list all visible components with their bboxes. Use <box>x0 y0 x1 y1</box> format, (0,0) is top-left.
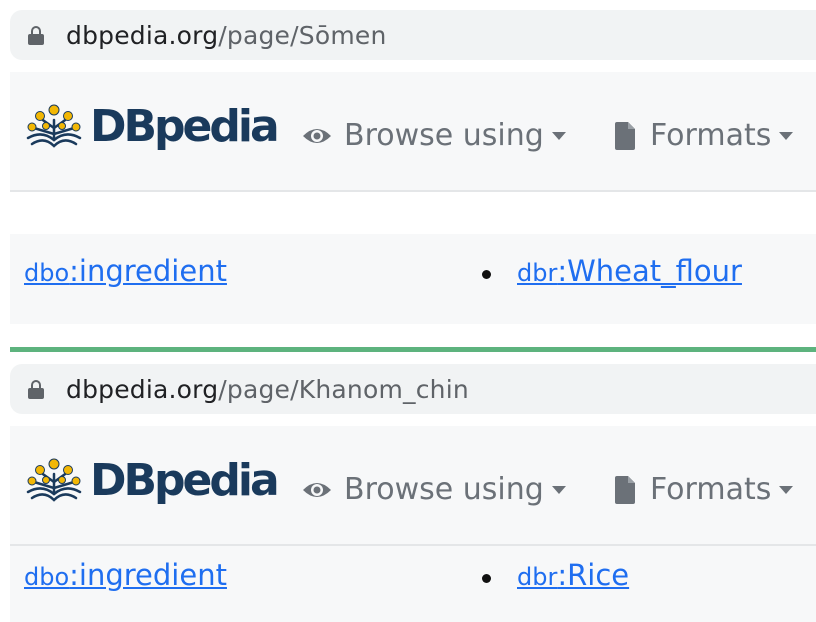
address-bar[interactable]: dbpedia.org/page/Khanom_chin <box>10 364 816 414</box>
brand-name: DBpedia <box>90 100 280 152</box>
document-icon <box>615 121 635 150</box>
site-navbar: DBpedia Browse using Formats <box>10 72 816 192</box>
property-link[interactable]: dbo:ingredient <box>24 558 227 592</box>
url-domain: dbpedia.org <box>66 20 219 50</box>
formats-label: Formats <box>650 118 772 153</box>
browse-using-menu[interactable]: Browse using <box>302 472 566 507</box>
property-name: :ingredient <box>69 254 227 288</box>
value-prefix: dbr <box>517 563 558 591</box>
document-icon <box>615 475 635 504</box>
property-prefix: dbo <box>24 259 70 287</box>
value-name: :Wheat_flour <box>557 254 742 288</box>
caret-down-icon <box>551 131 566 140</box>
property-row: dbo:ingredient dbr:Wheat_flour <box>10 234 816 324</box>
panel-divider <box>10 347 816 352</box>
caret-down-icon <box>779 485 794 494</box>
caret-down-icon <box>779 131 794 140</box>
browse-using-label: Browse using <box>344 472 544 507</box>
dbpedia-brand[interactable]: DBpedia <box>22 100 280 152</box>
dbpedia-brand[interactable]: DBpedia <box>22 454 280 506</box>
list-bullet <box>482 270 491 279</box>
browse-using-label: Browse using <box>344 118 544 153</box>
navbar-divider <box>10 190 816 192</box>
url-domain: dbpedia.org <box>66 374 219 404</box>
list-bullet <box>482 574 491 583</box>
formats-label: Formats <box>650 472 772 507</box>
caret-down-icon <box>551 485 566 494</box>
site-navbar: DBpedia Browse using Formats <box>10 426 816 546</box>
value-name: :Rice <box>557 558 630 592</box>
eye-icon <box>303 128 331 143</box>
screenshot-panel-khanom-chin: dbpedia.org/page/Khanom_chin DBpedia Bro… <box>0 356 816 622</box>
browse-using-menu[interactable]: Browse using <box>302 118 566 153</box>
property-row: dbo:ingredient dbr:Rice <box>10 546 816 622</box>
formats-menu[interactable]: Formats <box>614 472 794 507</box>
address-bar[interactable]: dbpedia.org/page/Sōmen <box>10 10 816 60</box>
url-path: /page/Sōmen <box>218 20 387 50</box>
property-prefix: dbo <box>24 563 70 591</box>
eye-icon <box>303 482 331 497</box>
dbpedia-logo-icon <box>26 458 82 502</box>
lock-icon[interactable] <box>28 380 44 399</box>
brand-name: DBpedia <box>90 454 280 506</box>
url-text[interactable]: dbpedia.org/page/Sōmen <box>66 21 387 50</box>
dbpedia-logo-icon <box>26 104 82 148</box>
value-prefix: dbr <box>517 259 558 287</box>
lock-icon[interactable] <box>28 26 44 45</box>
formats-menu[interactable]: Formats <box>614 118 794 153</box>
property-link[interactable]: dbo:ingredient <box>24 254 227 288</box>
url-text[interactable]: dbpedia.org/page/Khanom_chin <box>66 375 469 404</box>
url-path: /page/Khanom_chin <box>218 374 469 404</box>
value-link[interactable]: dbr:Wheat_flour <box>517 254 742 288</box>
property-name: :ingredient <box>69 558 227 592</box>
screenshot-panel-somen: dbpedia.org/page/Sōmen DBpedia Browse us… <box>0 0 816 330</box>
value-link[interactable]: dbr:Rice <box>517 558 629 592</box>
